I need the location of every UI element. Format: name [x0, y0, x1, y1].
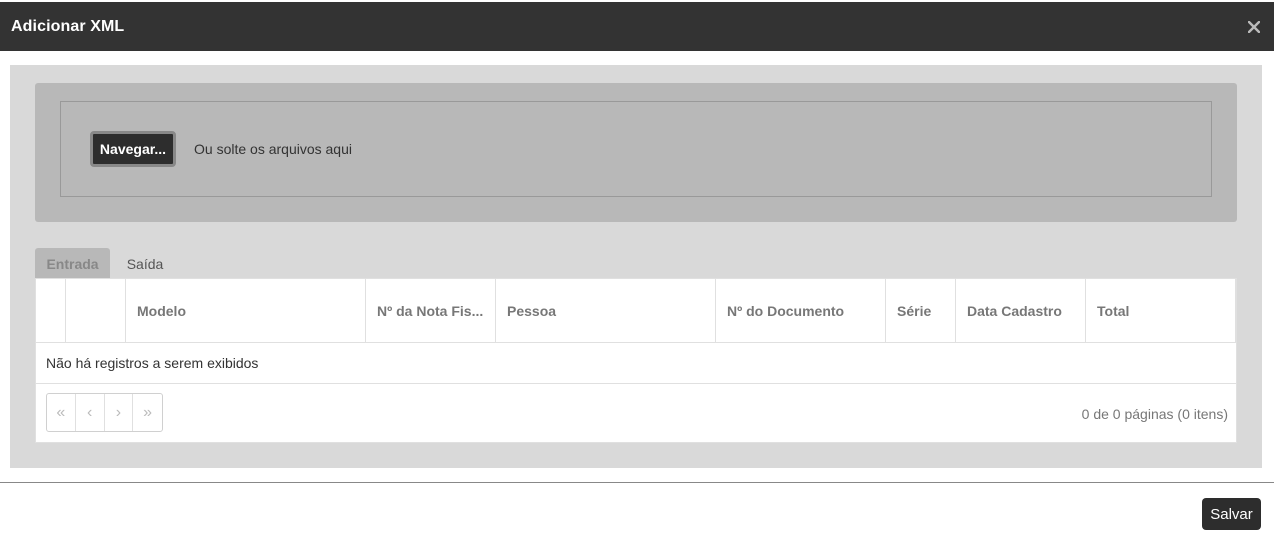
pager: « ‹ › » — [46, 393, 163, 432]
empty-grid-message: Não há registros a serem exibidos — [46, 355, 259, 371]
browse-button[interactable]: Navegar... — [90, 131, 176, 167]
first-page-button[interactable]: « — [47, 394, 76, 431]
column-header-data-cadastro[interactable]: Data Cadastro — [956, 279, 1086, 342]
xml-grid: Modelo Nº da Nota Fis... Pessoa Nº do Do… — [35, 278, 1237, 443]
tab-saida[interactable]: Saída — [113, 248, 177, 279]
modal-title: Adicionar XML — [11, 18, 125, 35]
next-page-button[interactable]: › — [105, 394, 134, 431]
modal-body: Navegar... Ou solte os arquivos aqui Ent… — [10, 65, 1262, 468]
close-icon[interactable] — [1246, 19, 1262, 35]
grid-pager-bar: « ‹ › » 0 de 0 páginas (0 itens) — [36, 383, 1236, 442]
column-header-nota-fiscal[interactable]: Nº da Nota Fis... — [366, 279, 496, 342]
save-button[interactable]: Salvar — [1202, 498, 1261, 530]
grid-header-row: Modelo Nº da Nota Fis... Pessoa Nº do Do… — [36, 279, 1236, 343]
last-page-button[interactable]: » — [133, 394, 162, 431]
column-header-pessoa[interactable]: Pessoa — [496, 279, 716, 342]
column-header-select[interactable] — [36, 279, 66, 342]
upload-panel: Navegar... Ou solte os arquivos aqui — [35, 83, 1237, 222]
pager-info: 0 de 0 páginas (0 itens) — [1081, 406, 1228, 422]
previous-page-button[interactable]: ‹ — [76, 394, 105, 431]
tab-entrada[interactable]: Entrada — [35, 248, 110, 279]
drop-hint-text: Ou solte os arquivos aqui — [194, 141, 352, 157]
column-header-total[interactable]: Total — [1086, 279, 1236, 342]
add-xml-modal: Adicionar XML Navegar... Ou solte os arq… — [0, 0, 1274, 542]
column-header-actions[interactable] — [66, 279, 126, 342]
column-header-serie[interactable]: Série — [886, 279, 956, 342]
column-header-documento[interactable]: Nº do Documento — [716, 279, 886, 342]
column-header-modelo[interactable]: Modelo — [126, 279, 366, 342]
modal-header: Adicionar XML — [0, 2, 1274, 51]
file-drop-zone[interactable]: Navegar... Ou solte os arquivos aqui — [60, 101, 1212, 197]
footer-divider — [0, 482, 1274, 483]
